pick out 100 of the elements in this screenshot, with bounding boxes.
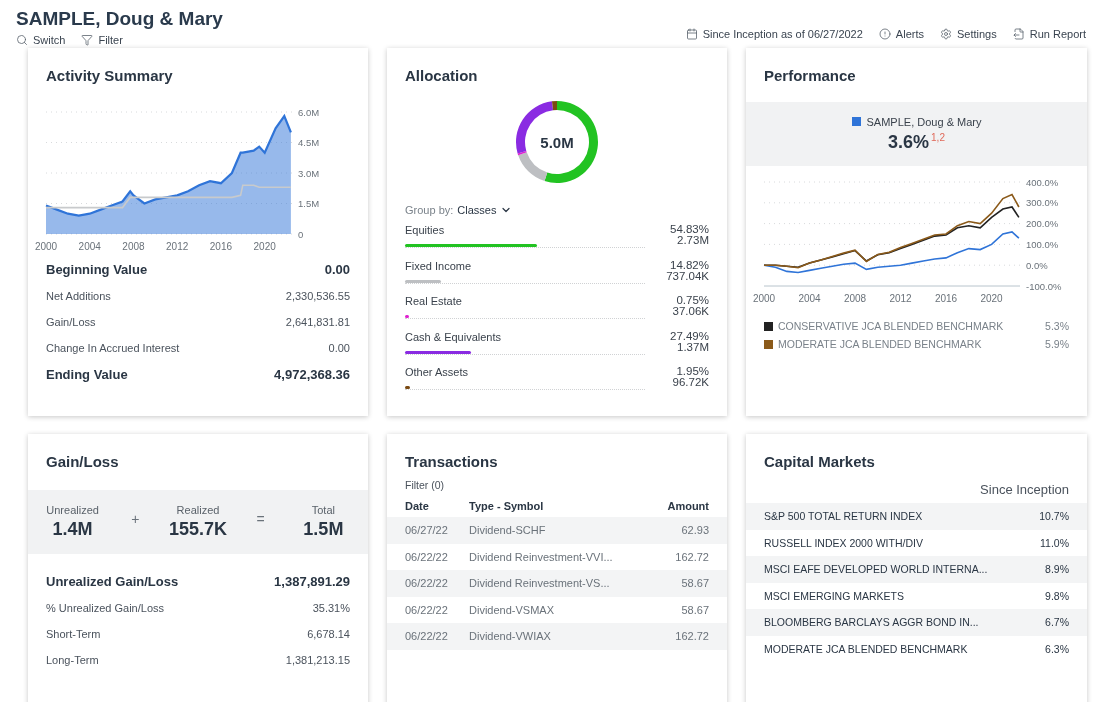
table-cell: 9.8% bbox=[1045, 589, 1069, 602]
table-cell-text: Dividend-VSMAX bbox=[469, 603, 555, 616]
allocation-label: Equities bbox=[405, 224, 446, 236]
axis-label: 2016 bbox=[209, 241, 233, 252]
date-range-button[interactable]: Since Inception as of 06/27/2022 bbox=[685, 28, 863, 40]
axis-label: 2012 bbox=[166, 241, 189, 252]
allocation-label: Other Assets bbox=[405, 366, 469, 378]
row-value: 35.31% bbox=[312, 602, 350, 614]
filter-link[interactable]: Filter (0) bbox=[405, 479, 445, 491]
axis-label: 1.5M bbox=[298, 198, 320, 209]
benchmark-name: CONSERVATIVE JCA BLENDED BENCHMARK bbox=[778, 320, 1005, 332]
filter-button[interactable]: Filter bbox=[81, 34, 123, 46]
row-value: 2,330,536.55 bbox=[285, 290, 350, 302]
row-label: Unrealized Gain/Loss bbox=[46, 574, 179, 589]
allocation-amount: 737.04K bbox=[666, 270, 709, 282]
row-label: Change In Accrued Interest bbox=[46, 342, 180, 354]
account-name: SAMPLE, Doug & Mary bbox=[866, 115, 982, 128]
table-cell: BLOOMBERG BARCLAYS AGGR BOND IN... bbox=[764, 616, 979, 629]
settings-icon bbox=[940, 28, 952, 40]
table-cell: S&P 500 TOTAL RETURN INDEX bbox=[764, 510, 923, 523]
search-button[interactable]: Switch bbox=[16, 34, 66, 46]
table-cell-text: 06/27/22 bbox=[405, 524, 449, 537]
row-value: 6,678.14 bbox=[307, 628, 350, 640]
axis-label: 2016 bbox=[934, 293, 958, 304]
table-cell-text: 58.67 bbox=[680, 577, 709, 590]
benchmark-value: 5.3% bbox=[1045, 320, 1069, 332]
axis-label: 2008 bbox=[843, 293, 867, 304]
axis-label: 200.0% bbox=[1026, 218, 1059, 230]
axis-label: 2000 bbox=[752, 293, 776, 304]
allocation-percent: 14.82% bbox=[670, 259, 709, 271]
table-cell-text: 06/22/22 bbox=[405, 550, 449, 563]
column-header: Date bbox=[405, 500, 430, 512]
summary-label: Unrealized bbox=[46, 504, 99, 516]
row-value: 1,381,213.15 bbox=[285, 654, 350, 666]
return-value: 3.6%$^{1,2}$ bbox=[888, 131, 945, 153]
group-by-dropdown[interactable]: Classes bbox=[457, 204, 513, 216]
axis-label: 100.0% bbox=[1026, 238, 1059, 250]
column-header: Type - Symbol bbox=[469, 500, 545, 512]
row-label: Gain/Loss bbox=[46, 316, 96, 328]
allocation-amount: 1.37M bbox=[677, 341, 709, 353]
card-title: Transactions bbox=[404, 452, 499, 468]
allocation-amount: 2.73M bbox=[677, 235, 709, 246]
summary-label: Realized bbox=[176, 504, 220, 516]
row-value: 0.00 bbox=[324, 262, 350, 277]
card-title: Gain/Loss bbox=[45, 452, 120, 468]
table-cell: 6.3% bbox=[1045, 642, 1069, 655]
group-by-label: Group by: bbox=[405, 204, 454, 216]
summary-value: 1.4M bbox=[52, 519, 93, 540]
axis-label: 2020 bbox=[980, 293, 1003, 304]
allocation-amount: 37.06K bbox=[672, 306, 709, 317]
table-cell-text: 162.72 bbox=[674, 550, 709, 563]
filter-icon bbox=[81, 34, 94, 46]
column-header: Since Inception bbox=[979, 481, 1070, 499]
card-title: Performance bbox=[763, 66, 857, 82]
axis-label: 3.0M bbox=[298, 167, 320, 179]
allocation-label: Cash & Equivalents bbox=[405, 330, 502, 343]
axis-label: 0 bbox=[298, 228, 304, 240]
axis-label: -100.0% bbox=[1026, 280, 1062, 292]
alert-button[interactable]: Alerts bbox=[878, 28, 924, 40]
row-label: Short-Term bbox=[46, 628, 101, 640]
table-cell: 8.9% bbox=[1045, 563, 1069, 576]
settings-button[interactable]: Settings bbox=[940, 28, 997, 40]
document-icon bbox=[1012, 28, 1025, 40]
axis-label: 300.0% bbox=[1026, 197, 1059, 209]
row-value: 1,387,891.29 bbox=[274, 574, 350, 589]
allocation-label: Fixed Income bbox=[405, 259, 473, 272]
row-value: 2,641,831.81 bbox=[285, 316, 350, 328]
table-cell-text: Dividend-VWIAX bbox=[469, 630, 552, 643]
table-cell: MODERATE JCA BLENDED BENCHMARK bbox=[764, 642, 968, 655]
row-label: Beginning Value bbox=[46, 262, 148, 277]
table-cell: RUSSELL INDEX 2000 WITH/DIV bbox=[764, 536, 923, 549]
card-title: Allocation bbox=[404, 66, 479, 82]
axis-label: 2020 bbox=[253, 241, 276, 252]
benchmark-value: 5.9% bbox=[1045, 338, 1069, 350]
table-cell-text: 58.67 bbox=[680, 603, 709, 616]
allocation-percent: 27.49% bbox=[670, 330, 709, 342]
table-cell: 11.0% bbox=[1040, 536, 1069, 549]
table-cell-text: Dividend-SCHF bbox=[469, 524, 547, 537]
operator: + bbox=[131, 511, 140, 527]
allocation-amount: 96.72K bbox=[672, 377, 709, 388]
table-cell: MSCI EMERGING MARKETS bbox=[764, 589, 904, 602]
axis-label: 2004 bbox=[78, 241, 101, 252]
column-header: Amount bbox=[666, 500, 709, 512]
alert-icon bbox=[878, 28, 891, 40]
row-label: Net Additions bbox=[46, 290, 111, 302]
row-label: % Unrealized Gain/Loss bbox=[46, 602, 164, 614]
axis-label: 0.0% bbox=[1026, 259, 1048, 271]
summary-value: 1.5M bbox=[303, 519, 344, 540]
allocation-label: Real Estate bbox=[405, 295, 463, 307]
operator: = bbox=[256, 511, 265, 527]
table-cell-text: 162.72 bbox=[674, 630, 709, 643]
table-cell-text: 06/22/22 bbox=[405, 630, 449, 643]
card-title: Activity Summary bbox=[45, 66, 174, 82]
row-label: Long-Term bbox=[46, 654, 99, 666]
row-label: Ending Value bbox=[46, 367, 128, 382]
allocation-total: 5.0M bbox=[540, 133, 574, 151]
report-button[interactable]: Run Report bbox=[1012, 28, 1086, 40]
table-cell-text: 06/22/22 bbox=[405, 577, 449, 590]
axis-label: 4.5M bbox=[298, 137, 320, 148]
calendar-icon bbox=[685, 28, 698, 40]
